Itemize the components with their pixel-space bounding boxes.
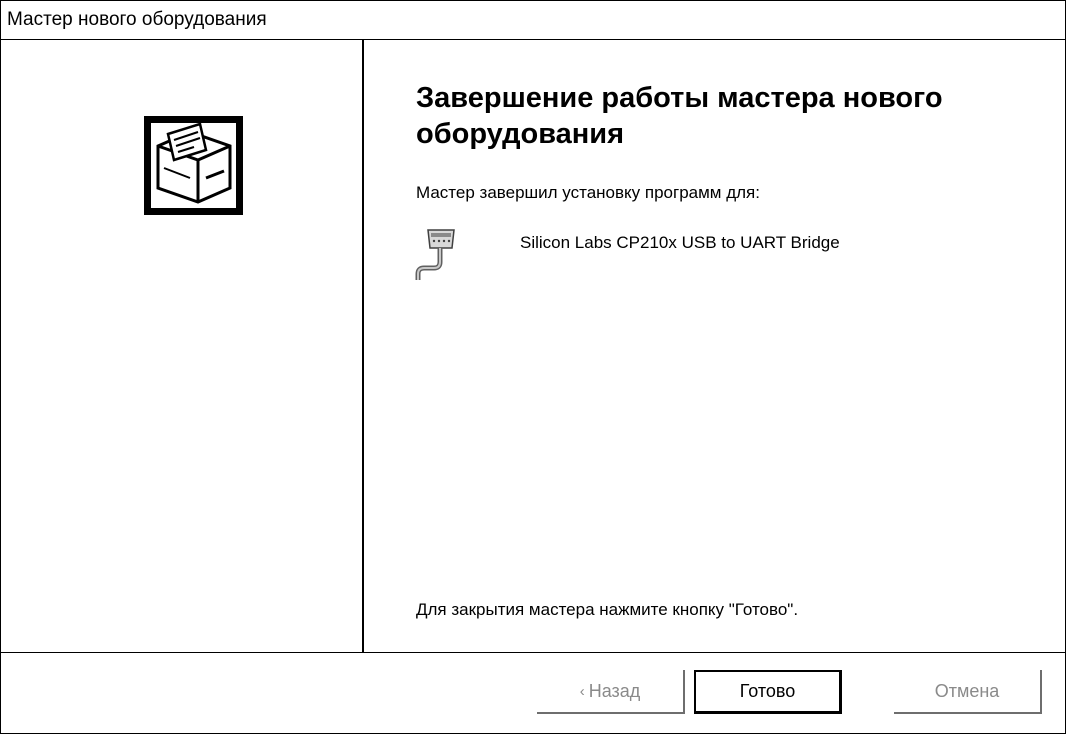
closing-instruction: Для закрытия мастера нажмите кнопку "Гот… bbox=[416, 600, 799, 619]
finish-button[interactable]: Готово bbox=[694, 670, 842, 714]
intro-text: Мастер завершил установку программ для: bbox=[416, 183, 760, 202]
wizard-sidebar bbox=[1, 40, 362, 652]
button-bar-separator bbox=[1, 652, 1065, 653]
window-title: Мастер нового оборудования bbox=[7, 9, 267, 30]
device-name: Silicon Labs CP210x USB to UART Bridge bbox=[520, 233, 840, 252]
cancel-button-label: Отмена bbox=[934, 680, 1000, 701]
wizard-window: Мастер нового оборудования Завершение ра… bbox=[0, 0, 1066, 734]
title-bar: Мастер нового оборудования bbox=[1, 1, 1065, 40]
page-heading: Завершение работы мастера нового оборудо… bbox=[416, 82, 943, 150]
finish-button-label: Готово bbox=[739, 681, 796, 701]
serial-port-icon bbox=[415, 229, 455, 280]
chevron-left-icon: ‹ bbox=[579, 682, 585, 700]
hardware-wizard-icon bbox=[144, 116, 243, 215]
cancel-button[interactable]: Отмена bbox=[894, 670, 1042, 714]
wizard-content: Завершение работы мастера нового оборудо… bbox=[364, 40, 1065, 652]
back-button[interactable]: ‹ Назад bbox=[537, 670, 685, 714]
back-button-label: Назад bbox=[588, 680, 641, 701]
